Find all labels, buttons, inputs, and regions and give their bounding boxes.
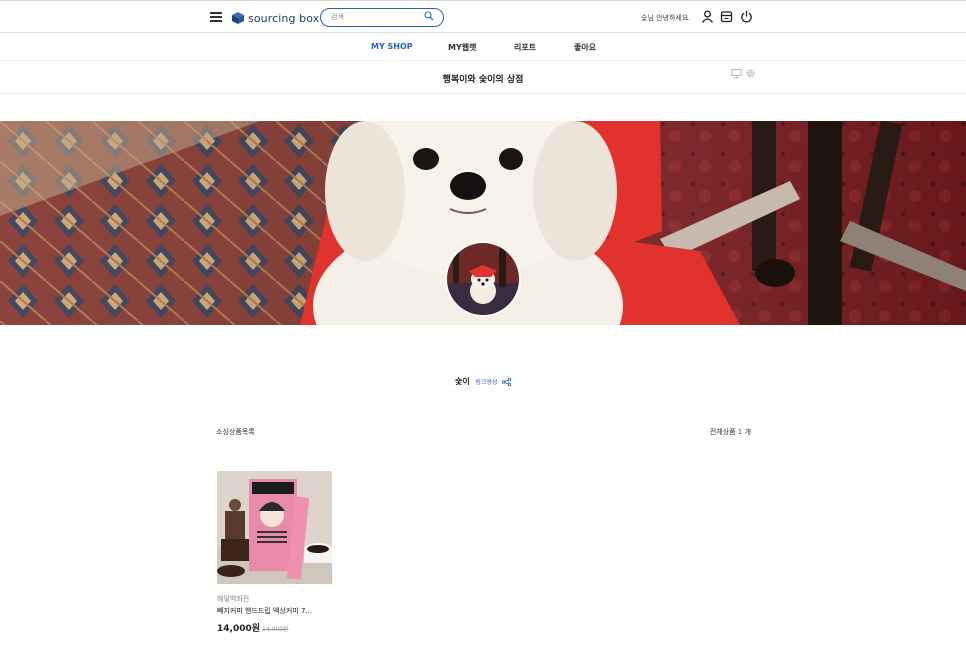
product-brand: 해밀백화전 (217, 595, 250, 603)
main-nav: MY SHOP MY웹렛 리포트 좋아요 (0, 33, 966, 61)
product-price: 14,000원 14,000원 (217, 621, 332, 634)
tab-my-wallet[interactable]: MY웹렛 (448, 42, 476, 53)
menu-icon[interactable] (210, 12, 222, 22)
avatar-photo (447, 243, 519, 315)
create-link-button[interactable]: 링크생성 (475, 379, 497, 386)
user-greeting: 숯님 안녕하세요. (641, 14, 691, 22)
user-icon[interactable] (701, 10, 714, 23)
site-header: sourcing box 숯님 안녕하세요. (0, 1, 966, 33)
tab-likes[interactable]: 좋아요 (574, 42, 596, 53)
shop-profile: 숯이 링크생성 (0, 376, 966, 387)
share-icon[interactable] (501, 377, 511, 386)
search-box (320, 8, 444, 27)
store-icon[interactable] (720, 10, 733, 23)
original-price: 14,000원 (262, 626, 289, 633)
shop-avatar[interactable] (445, 241, 521, 317)
total-products: 전체상품 1 개 (710, 427, 751, 437)
shop-title-bar: 행복이와 숯이의 상점 (0, 61, 966, 94)
product-image[interactable] (217, 471, 332, 584)
shop-title: 행복이와 숯이의 상점 (442, 75, 524, 85)
settings-gear-icon[interactable] (745, 68, 756, 79)
monitor-icon[interactable] (731, 68, 742, 79)
tab-my-shop[interactable]: MY SHOP (371, 42, 413, 51)
search-input[interactable] (331, 10, 421, 23)
shop-nickname: 숯이 (455, 377, 470, 386)
tab-report[interactable]: 리포트 (514, 42, 536, 53)
total-unit: 개 (744, 428, 751, 436)
product-photo (217, 471, 332, 584)
sale-price: 14,000원 (217, 624, 261, 634)
product-name[interactable]: 빼지커피 핸드드립 액상커피 7... (217, 606, 332, 616)
total-label: 전체상품 (709, 428, 736, 436)
logo-text: sourcing box (248, 11, 320, 25)
product-list-title: 소싱상품목록 (216, 428, 255, 436)
box-logo-icon (232, 12, 244, 24)
search-icon[interactable] (424, 11, 434, 21)
total-count: 1 (737, 428, 743, 436)
product-card[interactable]: 해밀백화전 빼지커피 핸드드립 액상커피 7... 14,000원 14,000원 (217, 471, 332, 634)
power-icon[interactable] (740, 10, 753, 23)
logo[interactable]: sourcing box (231, 10, 319, 26)
